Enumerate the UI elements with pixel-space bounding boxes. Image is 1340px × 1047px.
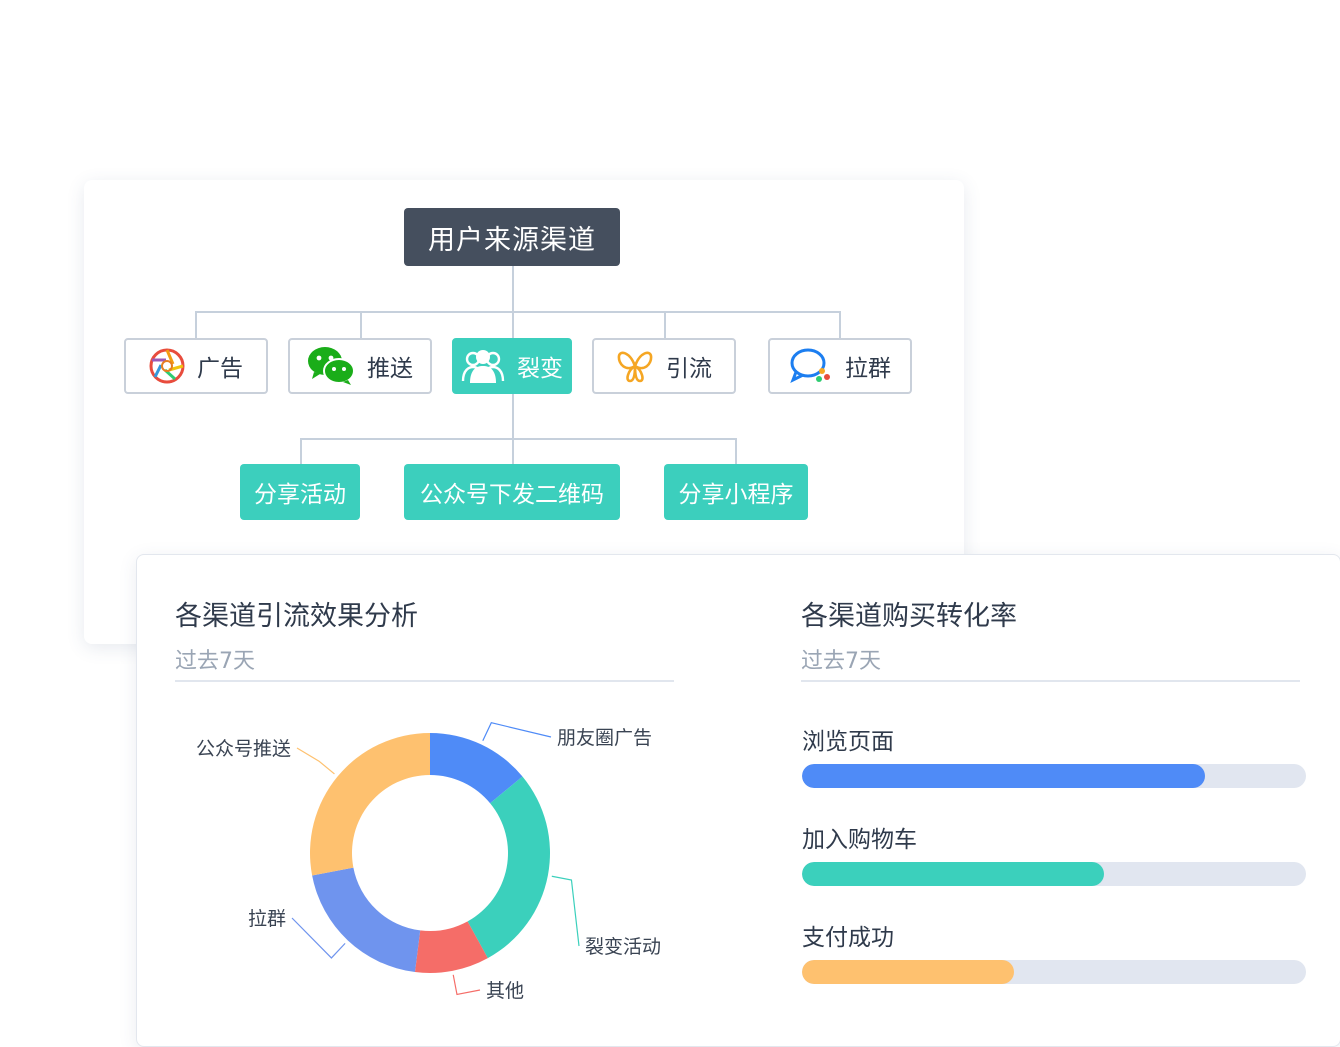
donut-slice [467,776,551,959]
bar-label-browse: 浏览页面 [802,729,894,755]
bar-fill-browse [802,764,1206,788]
bar-fill-paid [802,960,1014,984]
bar-label-paid: 支付成功 [802,925,894,951]
bar-track-cart [802,862,1306,886]
donut-slice-label: 其他 [486,980,524,1002]
donut-slice-label: 朋友圈广告 [557,727,652,749]
donut-slice [309,733,430,876]
donut-chart: 朋友圈广告裂变活动其他 拉群 公众号推送 [196,722,661,1002]
donut-slice-label: 拉群 [248,908,286,930]
bar-fill-cart [802,862,1105,886]
donut-leader-line [551,875,580,947]
bar-track-browse [802,764,1306,788]
bar-label-cart: 加入购物车 [802,827,917,853]
donut-slice-label: 公众号推送 [196,738,291,760]
donut-leader-line [482,722,552,742]
donut-slice [312,867,421,973]
donut-leader-line [452,974,481,996]
donut-leader-line [296,747,335,775]
bar-track-paid [802,960,1306,984]
donut-slice-label: 裂变活动 [585,936,661,958]
